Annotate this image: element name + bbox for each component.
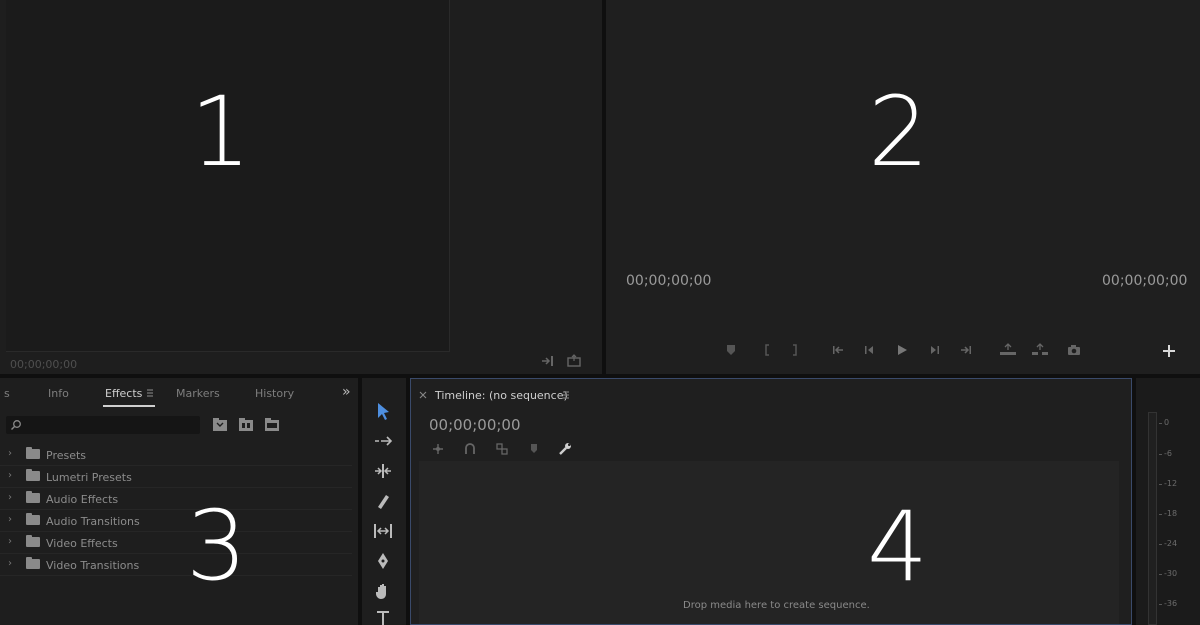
- active-tab-underline: [103, 405, 155, 407]
- presets-folder-icon: [26, 469, 40, 481]
- insert-icon[interactable]: [540, 354, 558, 370]
- camera-icon[interactable]: [1066, 342, 1082, 358]
- chevron-right-icon[interactable]: ›: [8, 536, 12, 547]
- meter-tick: -12: [1158, 479, 1178, 488]
- go-to-in-icon[interactable]: [830, 342, 846, 358]
- accelerated-effects-icon[interactable]: [212, 418, 228, 432]
- panel-number-4: 4: [867, 491, 929, 603]
- tab-markers[interactable]: Markers: [176, 387, 220, 400]
- tab-menu-icon[interactable]: [145, 388, 155, 398]
- meter-tick: -18: [1158, 509, 1178, 518]
- type-tool-icon[interactable]: [372, 608, 394, 625]
- tree-item-presets[interactable]: › Presets: [0, 444, 352, 466]
- pen-tool-icon[interactable]: [372, 550, 394, 572]
- panel-number-2: 2: [868, 76, 930, 188]
- folder-icon: [26, 535, 40, 547]
- play-icon[interactable]: [894, 342, 910, 358]
- program-monitor-panel: 2 00;00;00;00 00;00;00;00: [606, 0, 1200, 374]
- folder-icon: [26, 491, 40, 503]
- tab-history[interactable]: History: [255, 387, 294, 400]
- add-marker-icon[interactable]: [527, 442, 541, 456]
- lift-icon[interactable]: [998, 342, 1018, 358]
- timeline-tab-title[interactable]: Timeline: (no sequence): [435, 389, 568, 402]
- ripple-edit-tool-icon[interactable]: [372, 460, 394, 482]
- tree-item-label: Video Transitions: [46, 559, 140, 572]
- linked-selection-icon[interactable]: [495, 442, 509, 456]
- tools-panel: [362, 378, 406, 625]
- source-timecode[interactable]: 00;00;00;00: [10, 358, 77, 371]
- meter-tick: 0: [1158, 418, 1170, 427]
- program-timecode-duration: 00;00;00;00: [1102, 273, 1188, 289]
- meter-tick: -24: [1158, 539, 1178, 548]
- chevron-right-icon[interactable]: ›: [8, 558, 12, 569]
- timeline-panel: Timeline: (no sequence) 00;00;00;00 4 Dr…: [410, 378, 1132, 625]
- tree-item-audio-effects[interactable]: › Audio Effects: [0, 488, 352, 510]
- tree-item-label: Audio Effects: [46, 493, 119, 506]
- search-icon: [11, 420, 21, 430]
- more-tabs-icon[interactable]: »: [342, 384, 351, 400]
- tab-partial[interactable]: s: [4, 387, 10, 400]
- drop-media-hint: Drop media here to create sequence.: [683, 600, 870, 611]
- tab-info[interactable]: Info: [48, 387, 69, 400]
- go-to-out-icon[interactable]: [958, 342, 974, 358]
- track-select-tool-icon[interactable]: [372, 430, 394, 452]
- folder-icon: [26, 513, 40, 525]
- step-forward-icon[interactable]: [926, 342, 942, 358]
- extract-icon[interactable]: [1030, 342, 1050, 358]
- tree-item-label: Lumetri Presets: [46, 471, 132, 484]
- nest-sequence-icon[interactable]: [431, 442, 445, 456]
- meter-tick: -6: [1159, 449, 1172, 458]
- 32-bit-effects-icon[interactable]: [238, 418, 254, 432]
- close-icon[interactable]: [419, 391, 427, 399]
- mark-out-icon[interactable]: [790, 342, 800, 358]
- add-marker-icon[interactable]: [724, 342, 738, 358]
- hand-tool-icon[interactable]: [372, 580, 394, 602]
- export-frame-icon[interactable]: [566, 354, 584, 370]
- source-monitor-panel: 1 00;00;00;00: [0, 0, 602, 374]
- folder-icon: [26, 557, 40, 569]
- snap-icon[interactable]: [463, 442, 477, 456]
- meter-tick: -30: [1158, 569, 1178, 578]
- step-back-icon[interactable]: [862, 342, 878, 358]
- chevron-right-icon[interactable]: ›: [8, 470, 12, 481]
- tree-item-video-effects[interactable]: › Video Effects: [0, 532, 352, 554]
- selection-tool-icon[interactable]: [372, 400, 394, 422]
- add-button-icon[interactable]: [1162, 344, 1176, 358]
- timeline-timecode[interactable]: 00;00;00;00: [429, 416, 521, 434]
- effects-search-input[interactable]: [6, 416, 200, 434]
- effects-panel: s Info Effects Markers History » › Prese…: [0, 378, 358, 625]
- wrench-icon[interactable]: [557, 441, 573, 457]
- audio-meter-bar: [1148, 412, 1157, 625]
- tree-item-video-transitions[interactable]: › Video Transitions: [0, 554, 352, 576]
- chevron-right-icon[interactable]: ›: [8, 448, 12, 459]
- tree-item-label: Video Effects: [46, 537, 118, 550]
- audio-meters-panel: 0 -6 -12 -18 -24 -30 -36: [1136, 378, 1200, 625]
- program-timecode-current[interactable]: 00;00;00;00: [626, 273, 711, 289]
- tree-item-audio-transitions[interactable]: › Audio Transitions: [0, 510, 352, 532]
- tree-item-lumetri-presets[interactable]: › Lumetri Presets: [0, 466, 352, 488]
- meter-tick: -36: [1158, 599, 1178, 608]
- tree-item-label: Audio Transitions: [46, 515, 140, 528]
- presets-folder-icon: [26, 447, 40, 459]
- yuv-effects-icon[interactable]: [264, 418, 280, 432]
- panel-number-3: 3: [186, 490, 248, 602]
- panel-number-1: 1: [190, 76, 252, 188]
- tab-effects[interactable]: Effects: [105, 387, 142, 400]
- slip-tool-icon[interactable]: [372, 520, 394, 542]
- chevron-right-icon[interactable]: ›: [8, 514, 12, 525]
- chevron-right-icon[interactable]: ›: [8, 492, 12, 503]
- razor-tool-icon[interactable]: [372, 490, 394, 512]
- tab-menu-icon[interactable]: [561, 390, 571, 400]
- tree-item-label: Presets: [46, 449, 87, 462]
- mark-in-icon[interactable]: [762, 342, 772, 358]
